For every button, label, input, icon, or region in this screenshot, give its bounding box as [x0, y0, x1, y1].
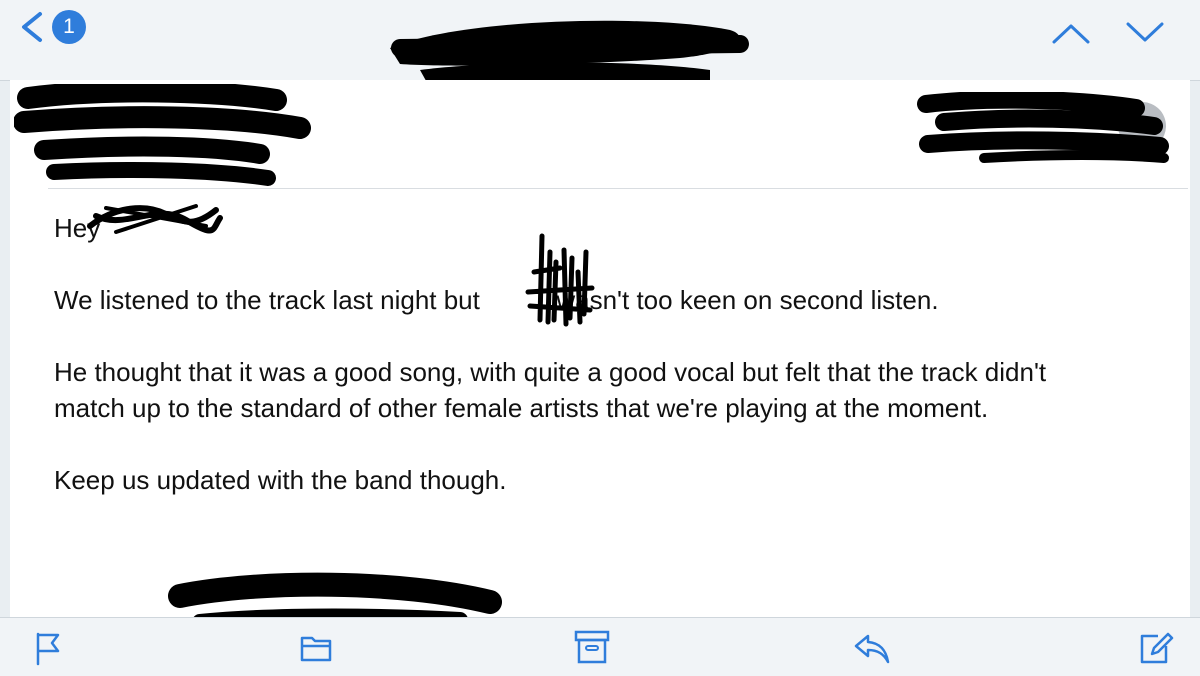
flag-button[interactable] — [28, 628, 68, 668]
compose-icon — [1140, 632, 1174, 664]
previous-message-button[interactable] — [1050, 18, 1092, 48]
redacted-avatar — [917, 92, 1169, 163]
move-to-folder-button[interactable] — [296, 628, 336, 668]
redacted-greeting-name — [87, 204, 223, 234]
redacted-name-scribble — [525, 233, 595, 327]
archive-button[interactable] — [572, 628, 612, 668]
redacted-sender[interactable] — [14, 84, 314, 194]
mail-screen: 1 Hey We listened to the track last nigh… — [0, 0, 1200, 676]
header-divider — [48, 188, 1188, 189]
paragraph-1-start: We listened to the track last night but — [54, 285, 480, 315]
reply-icon — [854, 634, 890, 664]
reply-button[interactable] — [852, 628, 892, 668]
paragraph-1-end: wasn't too keen on second listen. — [556, 285, 939, 315]
chevron-down-icon — [1126, 22, 1164, 42]
chevron-up-icon — [1052, 24, 1090, 44]
flag-icon — [36, 632, 60, 666]
unread-count-badge: 1 — [52, 10, 86, 44]
next-message-button[interactable] — [1124, 18, 1166, 48]
paragraph-3: Keep us updated with the band though. — [54, 465, 507, 495]
folder-icon — [300, 636, 332, 662]
paragraph-2: He thought that it was a good song, with… — [54, 357, 1047, 423]
compose-button[interactable] — [1136, 628, 1176, 668]
archive-icon — [574, 630, 610, 664]
